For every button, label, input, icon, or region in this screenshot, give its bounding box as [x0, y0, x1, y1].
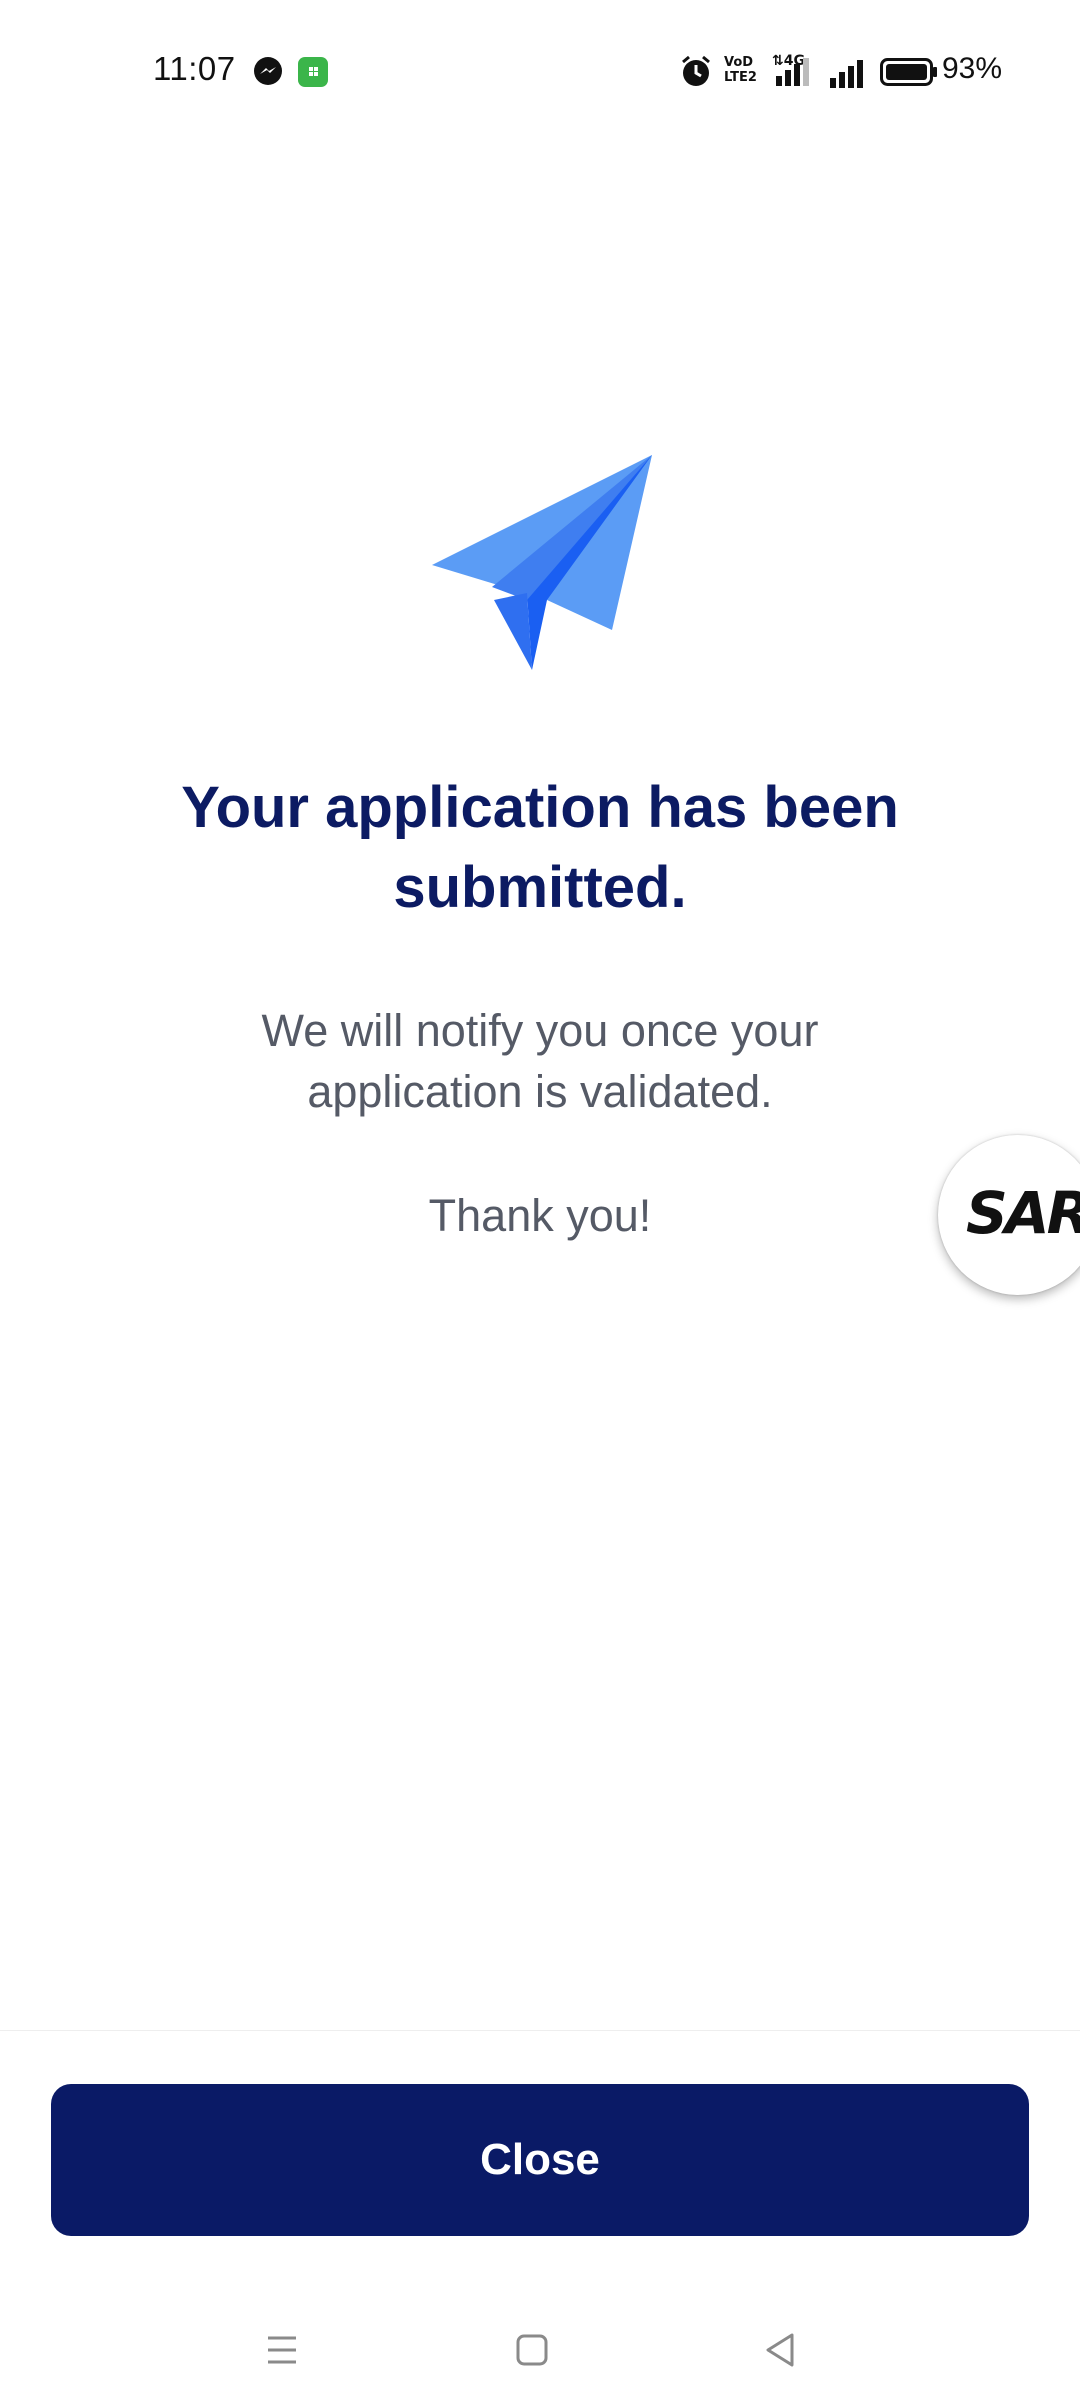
- menu-icon[interactable]: [252, 2320, 312, 2380]
- volte-icon: VoD LTE2: [724, 55, 758, 87]
- page-title: Your application has been submitted.: [181, 775, 899, 920]
- notification-message: We will notify you once your application…: [261, 1005, 819, 1117]
- back-icon[interactable]: [750, 2320, 810, 2380]
- signal-4g-icon: ⇅4G: [772, 53, 809, 86]
- sar-floating-button[interactable]: SAR: [938, 1135, 1080, 1295]
- messenger-icon: [254, 57, 282, 85]
- battery-icon: [880, 58, 937, 86]
- status-time: 11:07: [153, 50, 236, 87]
- system-nav-bar: [0, 2290, 1080, 2400]
- battery-percent: 93%: [942, 52, 1003, 85]
- svg-text:⇅4G: ⇅4G: [772, 53, 805, 69]
- signal-icon: [830, 60, 863, 88]
- volte-label: VoD LTE2: [724, 55, 757, 85]
- alarm-icon: [682, 55, 710, 86]
- paper-plane-icon: [432, 455, 652, 670]
- home-icon[interactable]: [502, 2320, 562, 2380]
- footer-divider: [0, 2030, 1080, 2031]
- thank-you-text: Thank you!: [428, 1190, 652, 1241]
- close-button[interactable]: Close: [51, 2084, 1029, 2236]
- status-bar: 11:07 VoD LTE2 ⇅4G 93%: [0, 0, 1080, 140]
- sar-logo: SAR: [966, 1179, 1080, 1247]
- app-notification-icon: [298, 57, 328, 87]
